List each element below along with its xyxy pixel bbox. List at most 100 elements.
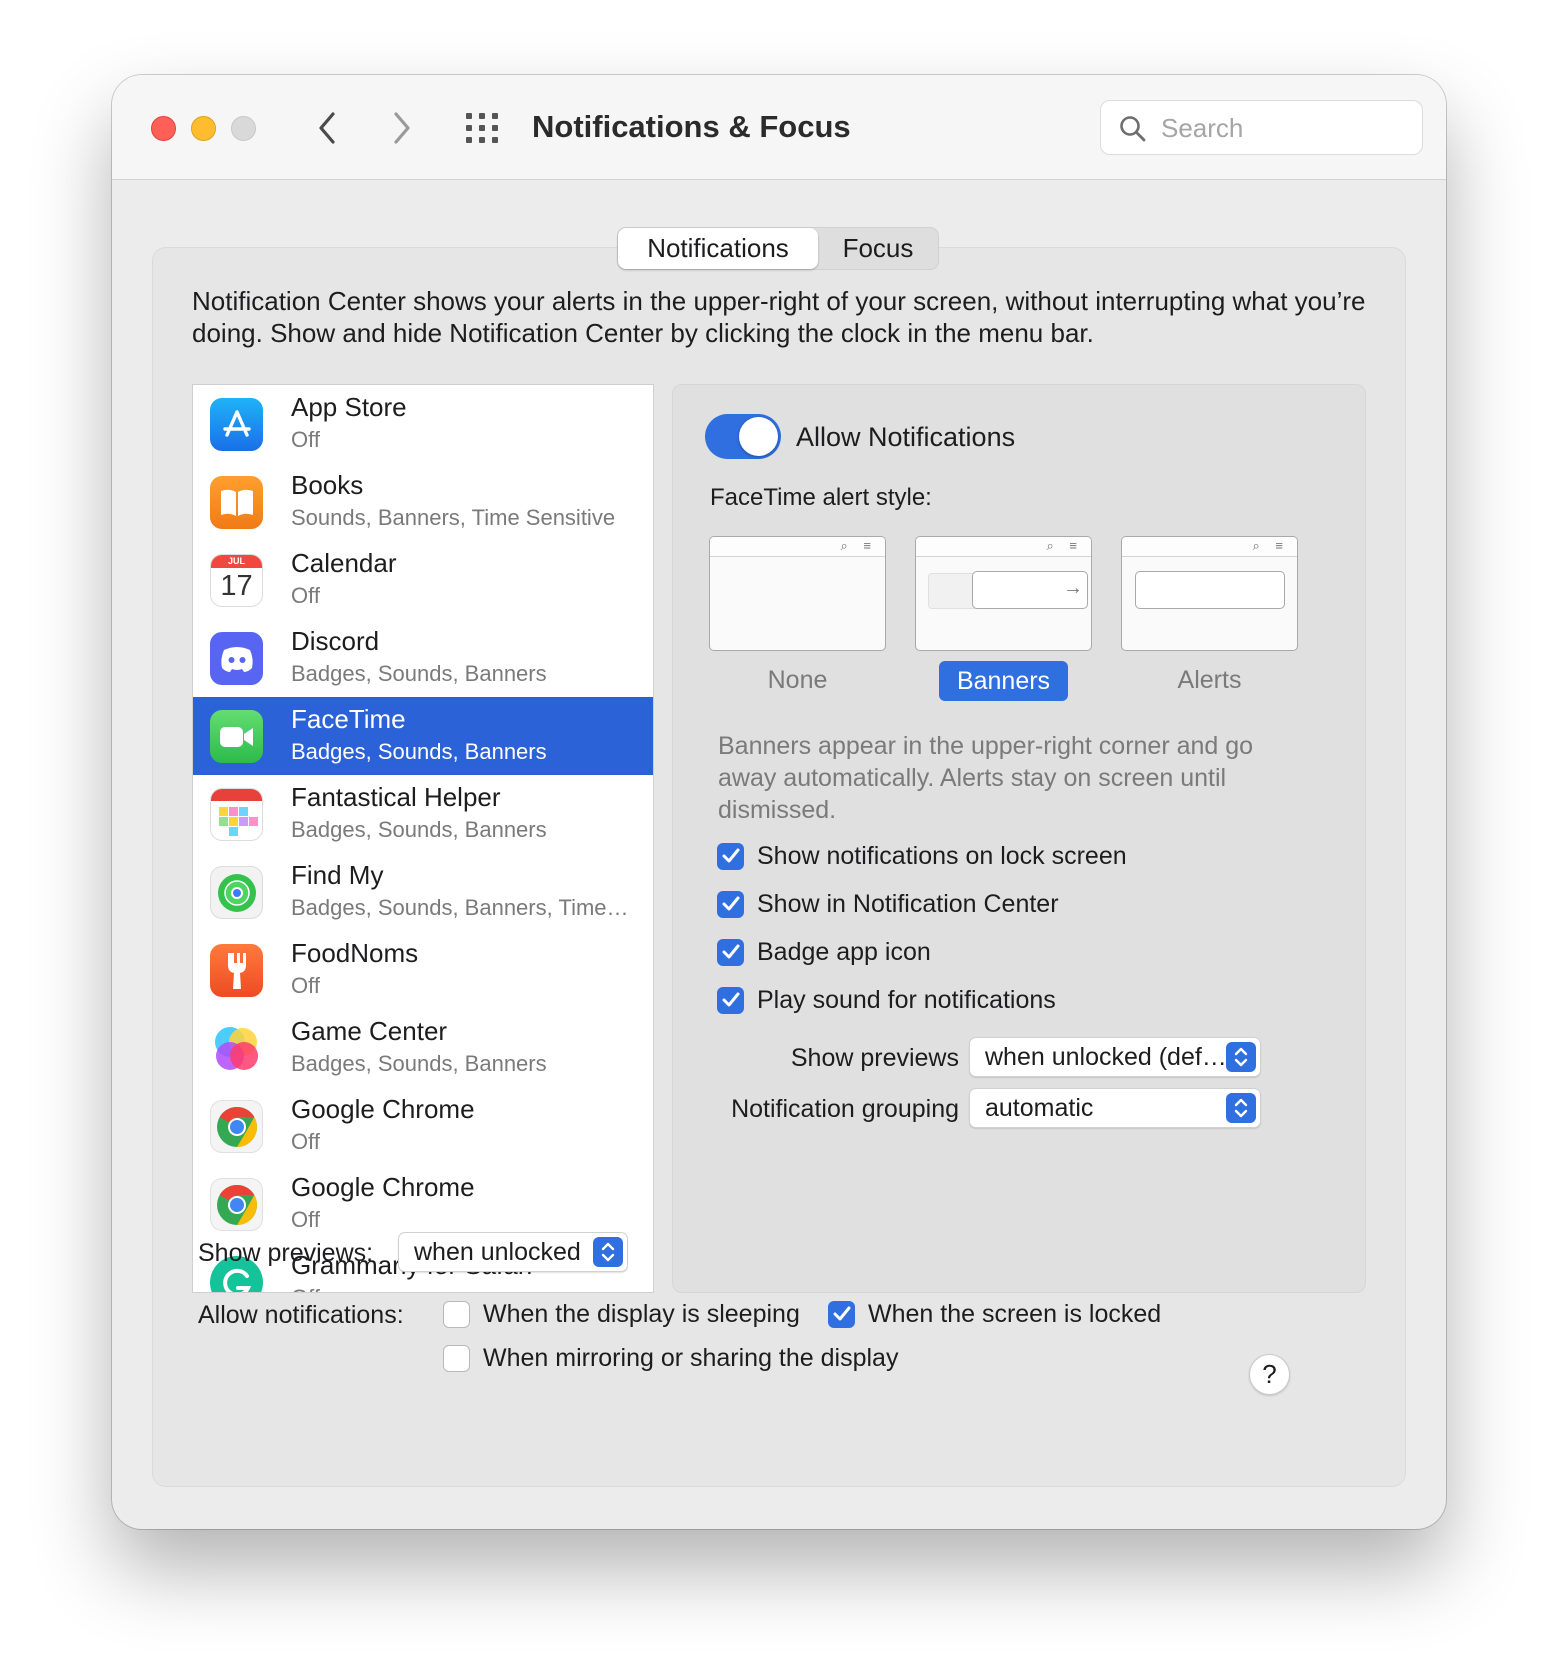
checkbox-label: When the screen is locked	[868, 1300, 1162, 1328]
list-item-discord[interactable]: Discord Badges, Sounds, Banners	[193, 619, 653, 697]
app-status: Off	[291, 1129, 320, 1154]
checkbox-label: When mirroring or sharing the display	[483, 1344, 899, 1372]
app-status: Sounds, Banners, Time Sensitive	[291, 505, 616, 530]
app-name: Google Chrome	[291, 1094, 475, 1124]
play-sound-option[interactable]: Play sound for notifications	[717, 985, 1056, 1015]
grouping-popup[interactable]: automatic	[969, 1088, 1261, 1128]
close-button[interactable]	[151, 116, 176, 141]
alert-style-heading: FaceTime alert style:	[710, 484, 932, 511]
chevron-left-icon	[319, 112, 335, 144]
alert-style-alerts-preview: ⌕ ≡	[1121, 536, 1298, 651]
list-item-fantastical-helper[interactable]: Fantastical Helper Badges, Sounds, Banne…	[193, 775, 653, 853]
app-status: Off	[291, 583, 320, 608]
play-sound-checkbox[interactable]	[717, 986, 744, 1014]
alert-style-label: Alerts	[1177, 666, 1242, 694]
books-icon	[210, 476, 263, 529]
zoom-button[interactable]	[231, 116, 256, 141]
forward-button[interactable]	[382, 103, 422, 153]
minimize-button[interactable]	[191, 116, 216, 141]
checkmark-icon	[833, 1306, 850, 1321]
foodnoms-icon	[210, 944, 263, 997]
app-name: Discord	[291, 626, 380, 656]
mirroring-option[interactable]: When mirroring or sharing the display	[443, 1343, 898, 1373]
app-status: Badges, Sounds, Banners	[291, 739, 547, 764]
list-item-facetime[interactable]: FaceTime Badges, Sounds, Banners	[193, 697, 653, 775]
app-name: Calendar	[291, 548, 397, 578]
updown-chevron-icon	[1226, 1042, 1256, 1072]
allow-notifications-label: Allow Notifications	[796, 422, 1016, 452]
display-sleeping-checkbox[interactable]	[443, 1300, 470, 1328]
badge-app-icon-checkbox[interactable]	[717, 938, 744, 966]
show-previews-popup[interactable]: when unlocked (def…	[969, 1037, 1261, 1077]
search-placeholder: Search	[1161, 113, 1244, 143]
app-status: Badges, Sounds, Banners	[291, 817, 547, 842]
app-status: Off	[291, 973, 320, 998]
alert-style-none[interactable]: ⌕ ≡ None	[709, 536, 886, 699]
updown-chevron-icon	[593, 1237, 623, 1267]
app-name: Fantastical Helper	[291, 782, 501, 812]
help-button[interactable]: ?	[1249, 1354, 1290, 1395]
footer-show-previews-value: when unlocked	[414, 1238, 581, 1266]
back-button[interactable]	[307, 103, 347, 153]
grouping-label: Notification grouping	[731, 1095, 959, 1123]
app-status: Off	[291, 1284, 641, 1292]
calendar-month: JUL	[211, 555, 262, 568]
lock-screen-checkbox[interactable]	[717, 842, 744, 870]
alert-style-none-preview: ⌕ ≡	[709, 536, 886, 651]
tab-focus[interactable]: Focus	[818, 228, 938, 269]
checkbox-label: When the display is sleeping	[483, 1300, 800, 1328]
chevron-right-icon	[394, 112, 410, 144]
list-item-find-my[interactable]: Find My Badges, Sounds, Banners, Time…	[193, 853, 653, 931]
calendar-icon: JUL 17	[210, 554, 263, 607]
list-item-books[interactable]: Books Sounds, Banners, Time Sensitive	[193, 463, 653, 541]
footer-show-previews-label: Show previews:	[198, 1239, 374, 1267]
app-name: Google Chrome	[291, 1172, 475, 1202]
notification-center-option[interactable]: Show in Notification Center	[717, 889, 1059, 919]
show-previews-label: Show previews	[790, 1044, 959, 1072]
tab-notifications[interactable]: Notifications	[618, 228, 818, 269]
alert-style-alerts[interactable]: ⌕ ≡ Alerts	[1121, 536, 1298, 699]
allow-notifications-toggle[interactable]	[705, 414, 781, 459]
search-field[interactable]: Search	[1100, 100, 1423, 155]
list-item-game-center[interactable]: Game Center Badges, Sounds, Banners	[193, 1009, 653, 1087]
app-status: Off	[291, 1207, 320, 1232]
title-bar: Notifications & Focus Search	[112, 75, 1446, 180]
facetime-icon	[210, 710, 263, 763]
app-name: FoodNoms	[291, 938, 419, 968]
display-sleeping-option[interactable]: When the display is sleeping	[443, 1299, 800, 1329]
toggle-knob	[739, 417, 778, 456]
checkbox-label: Play sound for notifications	[757, 986, 1056, 1014]
list-item-google-chrome[interactable]: Google Chrome Off	[193, 1087, 653, 1165]
checkbox-label: Show notifications on lock screen	[757, 842, 1127, 870]
app-settings-panel: Allow Notifications FaceTime alert style…	[672, 384, 1366, 1293]
app-store-icon	[210, 398, 263, 451]
show-all-grid-icon[interactable]	[464, 111, 504, 145]
screen-locked-option[interactable]: When the screen is locked	[828, 1299, 1161, 1329]
checkmark-icon	[722, 992, 739, 1007]
lock-screen-option[interactable]: Show notifications on lock screen	[717, 841, 1127, 871]
checkbox-label: Badge app icon	[757, 938, 931, 966]
alert-style-label-wrap: Banners	[915, 661, 1092, 701]
app-status: Badges, Sounds, Banners, Time…	[291, 895, 629, 920]
app-status: Badges, Sounds, Banners	[291, 1051, 547, 1076]
list-item-app-store[interactable]: App Store Off	[193, 385, 653, 463]
app-list[interactable]: App Store Off Books Sounds, Banners, Tim…	[192, 384, 654, 1293]
mirroring-checkbox[interactable]	[443, 1344, 470, 1372]
checkmark-icon	[722, 944, 739, 959]
footer-show-previews-popup[interactable]: when unlocked	[398, 1232, 628, 1272]
list-item-foodnoms[interactable]: FoodNoms Off	[193, 931, 653, 1009]
notification-center-checkbox[interactable]	[717, 890, 744, 918]
badge-app-icon-option[interactable]: Badge app icon	[717, 937, 931, 967]
chrome-icon	[210, 1100, 263, 1153]
list-item-calendar[interactable]: JUL 17 Calendar Off	[193, 541, 653, 619]
alert-style-banners[interactable]: ⌕ ≡ → Banners	[915, 536, 1092, 701]
footer-allow-label: Allow notifications:	[198, 1301, 404, 1329]
notification-center-description: Notification Center shows your alerts in…	[192, 286, 1366, 348]
alert-style-label: None	[767, 666, 828, 694]
window-title: Notifications & Focus	[532, 109, 851, 144]
alert-style-label: Banners	[938, 661, 1069, 701]
fantastical-icon	[210, 788, 263, 841]
checkbox-label: Show in Notification Center	[757, 890, 1059, 918]
search-icon	[1120, 116, 1146, 142]
screen-locked-checkbox[interactable]	[828, 1300, 855, 1328]
